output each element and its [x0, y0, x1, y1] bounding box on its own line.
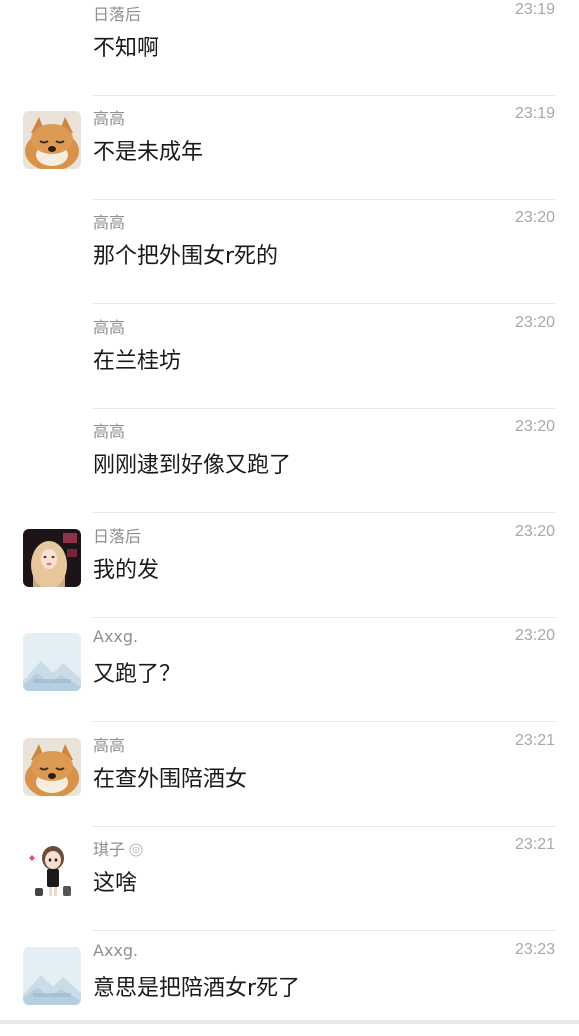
message-text: 那个把外围女r死的 — [93, 244, 279, 269]
message-text: 又跑了？ — [93, 662, 182, 687]
divider — [93, 721, 555, 722]
chat-message-list[interactable]: 日落后 23:19 不知啊 高高 23:19 不是未成年 高高 23:20 那个… — [0, 0, 579, 1024]
shiba-inu-avatar[interactable] — [23, 111, 81, 169]
message-time: 23:19 — [514, 1, 555, 18]
list-item[interactable]: 高高 23:20 那个把外围女r死的 — [0, 200, 579, 304]
list-item[interactable]: Axxg. 23:20 又跑了？ — [0, 618, 579, 722]
divider — [93, 930, 555, 931]
cartoon-girl-avatar[interactable] — [23, 842, 81, 900]
message-time: 23:20 — [514, 523, 555, 540]
divider — [93, 303, 555, 304]
message-time: 23:20 — [514, 314, 555, 331]
sender-name: 日落后 — [93, 527, 142, 546]
message-text: 在兰桂坊 — [93, 349, 182, 374]
message-text: 我的发 — [93, 558, 160, 583]
message-time: 23:20 — [514, 627, 555, 644]
message-text: 这啥 — [93, 871, 138, 896]
bottom-edge-bar — [0, 1020, 579, 1024]
message-time: 23:21 — [514, 836, 555, 853]
sender-name: 高高 — [93, 736, 126, 755]
list-item[interactable]: 琪子 23:21 这啥 — [0, 827, 579, 931]
message-time: 23:21 — [514, 732, 555, 749]
list-item[interactable]: 日落后 23:19 不知啊 — [0, 0, 579, 96]
landscape-placeholder-avatar[interactable] — [23, 633, 81, 691]
message-time: 23:20 — [514, 418, 555, 435]
message-text: 刚刚逮到好像又跑了 — [93, 453, 292, 478]
landscape-placeholder-avatar[interactable] — [23, 947, 81, 1005]
divider — [93, 512, 555, 513]
portrait-photo-avatar[interactable] — [23, 529, 81, 587]
sender-name: Axxg. — [93, 627, 139, 646]
list-item[interactable]: 高高 23:21 在查外围陪酒女 — [0, 723, 579, 827]
list-item[interactable]: 高高 23:19 不是未成年 — [0, 96, 579, 200]
flower-badge-icon — [129, 842, 143, 857]
message-time: 23:19 — [514, 105, 555, 122]
sender-name: 日落后 — [93, 5, 142, 24]
sender-name: Axxg. — [93, 941, 139, 960]
sender-name: 高高 — [93, 422, 126, 441]
message-text: 不知啊 — [93, 36, 160, 61]
message-text: 在查外围陪酒女 — [93, 767, 248, 792]
sender-name: 高高 — [93, 318, 126, 337]
message-time: 23:20 — [514, 209, 555, 226]
sender-name: 琪子 — [93, 836, 143, 860]
message-time: 23:23 — [514, 941, 555, 958]
list-item[interactable]: 日落后 23:20 我的发 — [0, 514, 579, 618]
message-text: 意思是把陪酒女r死了 — [93, 976, 301, 1001]
sender-name: 高高 — [93, 109, 126, 128]
sender-name: 高高 — [93, 213, 126, 232]
message-text: 不是未成年 — [93, 140, 204, 165]
list-item[interactable]: 高高 23:20 在兰桂坊 — [0, 305, 579, 409]
list-item[interactable]: 高高 23:20 刚刚逮到好像又跑了 — [0, 409, 579, 513]
shiba-inu-avatar[interactable] — [23, 738, 81, 796]
